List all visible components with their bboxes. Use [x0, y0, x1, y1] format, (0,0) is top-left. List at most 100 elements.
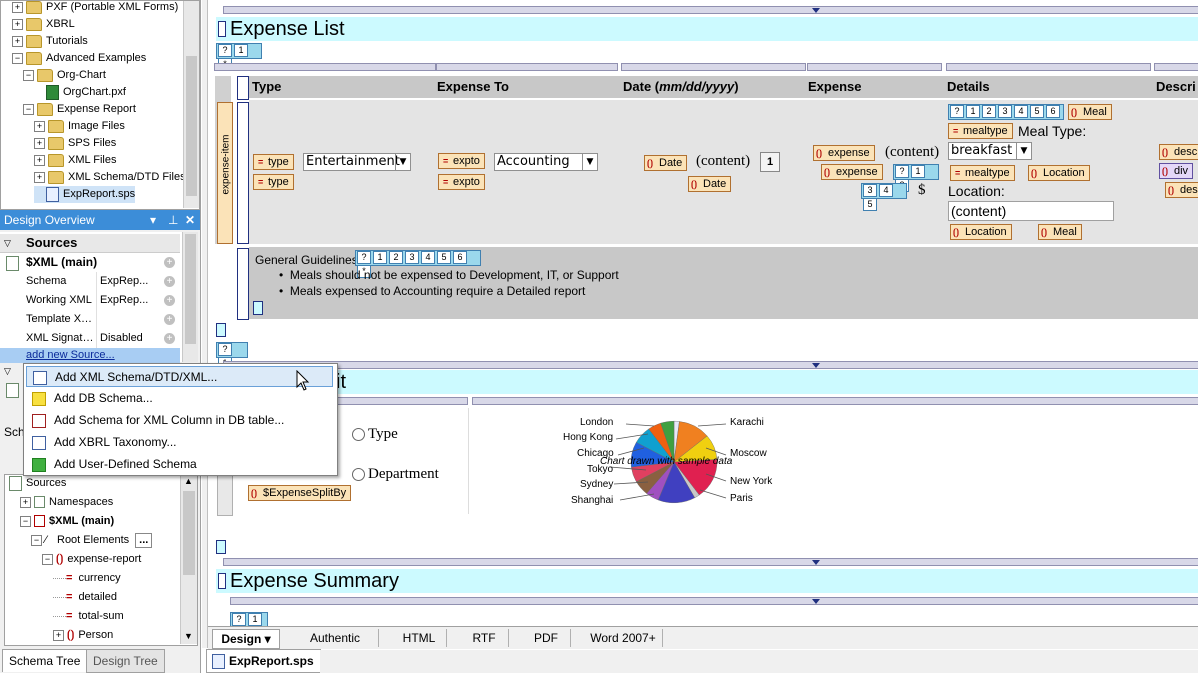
- marker-cell[interactable]: 3: [863, 184, 877, 197]
- expense-markers-2[interactable]: 3 45: [861, 183, 907, 211]
- expander-icon[interactable]: +: [12, 35, 23, 47]
- design-overview-scroll-thumb[interactable]: [185, 234, 196, 344]
- marker-cell[interactable]: 3: [405, 251, 419, 264]
- schema-tree-item[interactable]: Sources: [9, 475, 66, 492]
- chevron-down-icon[interactable]: ▼: [1016, 143, 1031, 159]
- expense-list-heading[interactable]: Expense List: [216, 17, 1198, 41]
- design-overview-row[interactable]: XML Signature Disabled +: [0, 329, 180, 349]
- project-tree-item[interactable]: − Expense Report: [23, 101, 136, 118]
- schema-tree-item[interactable]: + Namespaces: [20, 494, 113, 511]
- marker-cell[interactable]: 6: [453, 251, 467, 264]
- expense-tag-open[interactable]: expense: [813, 145, 875, 161]
- col-header-expense[interactable]: Expense: [805, 76, 946, 98]
- marker-cell[interactable]: 5: [1030, 105, 1044, 118]
- date-tag-close[interactable]: Date: [688, 176, 732, 192]
- add-icon[interactable]: +: [164, 314, 175, 325]
- project-tree-item[interactable]: + Tutorials: [12, 33, 88, 50]
- doc-tab[interactable]: ExpReport.sps: [206, 649, 321, 673]
- cell-expense-to[interactable]: expto Accounting ▼ expto: [434, 100, 622, 244]
- chevron-down-icon[interactable]: ▼: [395, 154, 410, 170]
- pin-icon[interactable]: ⊥: [168, 210, 178, 230]
- design-view[interactable]: Expense List ?1* expense-item Type Expen…: [208, 0, 1198, 648]
- xml-main-row[interactable]: $XML (main) +: [0, 253, 180, 273]
- body-row-handle[interactable]: [237, 102, 249, 244]
- radio-type[interactable]: [352, 428, 365, 441]
- schema-tree-scroll-thumb[interactable]: [183, 491, 195, 575]
- guidelines-markers[interactable]: ? 1 2 3 4 5 6*: [355, 250, 481, 278]
- menu-item[interactable]: Add User-Defined Schema: [26, 454, 333, 475]
- collapsed-section-toggle[interactable]: ▽: [4, 366, 11, 377]
- marker-cell[interactable]: 5: [437, 251, 451, 264]
- menu-item[interactable]: Add XBRL Taxonomy...: [26, 432, 333, 453]
- expander-icon[interactable]: +: [34, 171, 45, 183]
- project-tree-item[interactable]: − Org-Chart: [23, 67, 106, 84]
- cell-type[interactable]: type Entertainment▼ type: [249, 100, 436, 244]
- project-tree[interactable]: + PXF (Portable XML Forms) + XBRL + Tutorials…: [0, 0, 200, 210]
- scroll-down-icon[interactable]: ▼: [184, 631, 193, 641]
- marker-cell[interactable]: ?: [218, 343, 232, 356]
- expense-summary-heading[interactable]: Expense Summary: [216, 569, 1198, 593]
- expander-icon[interactable]: −: [31, 534, 42, 546]
- schema-tree-item[interactable]: − ⟮⟯ expense-report: [42, 551, 141, 568]
- location-tag-close[interactable]: Location: [950, 224, 1012, 240]
- project-tree-item[interactable]: + PXF (Portable XML Forms): [12, 0, 178, 16]
- col-header-date[interactable]: Date (mm/dd/yyyy): [620, 76, 807, 98]
- location-tag-open[interactable]: Location: [1028, 165, 1090, 181]
- expto-tag-close[interactable]: expto: [438, 174, 485, 190]
- expense-markers[interactable]: ?12: [893, 164, 939, 192]
- date-tag-open[interactable]: Date: [644, 155, 688, 171]
- schema-tree-item[interactable]: = total-sum: [53, 608, 124, 625]
- menu-item[interactable]: Add Schema for XML Column in DB table...: [26, 410, 333, 431]
- marker-cell[interactable]: 4: [421, 251, 435, 264]
- meal-tag-open[interactable]: Meal: [1068, 104, 1112, 120]
- marker-cell[interactable]: 3: [998, 105, 1012, 118]
- expander-icon[interactable]: +: [34, 154, 45, 166]
- type-dropdown[interactable]: Entertainment ▼: [303, 153, 411, 171]
- marker-cell[interactable]: ?: [357, 251, 371, 264]
- project-tree-item[interactable]: + XBRL: [12, 16, 75, 33]
- guidelines-row-handle[interactable]: [237, 248, 249, 320]
- marker-top[interactable]: ?1*: [216, 43, 262, 71]
- project-tree-item[interactable]: + SPS Files: [34, 135, 116, 152]
- design-overview-row[interactable]: Working XML ExpRep... +: [0, 291, 180, 311]
- add-icon[interactable]: +: [164, 333, 175, 344]
- chevron-down-icon[interactable]: ▼: [582, 154, 597, 170]
- expto-tag-open[interactable]: expto: [438, 153, 485, 169]
- marker-cell[interactable]: 1: [966, 105, 980, 118]
- marker-cell[interactable]: 1: [234, 44, 248, 57]
- marker-cell[interactable]: ?: [950, 105, 964, 118]
- view-tab[interactable]: HTML: [392, 629, 447, 647]
- collapse-icon[interactable]: ▽: [4, 234, 11, 252]
- type-tag-close[interactable]: type: [253, 174, 294, 190]
- expander-icon[interactable]: +: [34, 120, 45, 132]
- marker-cell[interactable]: ?: [232, 613, 246, 626]
- menu-item[interactable]: Add DB Schema...: [26, 388, 333, 409]
- guidelines-row[interactable]: General Guidelines: ? 1 2 3 4 5 6* • Meals sho…: [249, 247, 1198, 319]
- expander-icon[interactable]: −: [12, 52, 23, 64]
- marker-mid[interactable]: ?1: [216, 342, 248, 370]
- mealtype-tag-open[interactable]: mealtype: [948, 123, 1013, 139]
- add-icon[interactable]: +: [164, 295, 175, 306]
- row-value[interactable]: ExpRep...: [100, 291, 156, 310]
- design-overview-row[interactable]: Template XML +: [0, 310, 180, 330]
- cell-details[interactable]: ?123456 Meal mealtype Meal Type: breakfa…: [944, 100, 1155, 244]
- marker-cell[interactable]: 6: [1046, 105, 1060, 118]
- type-tag-open[interactable]: type: [253, 154, 294, 170]
- details-markers[interactable]: ? 1 2 3 4 5 6: [948, 104, 1064, 120]
- calendar-icon[interactable]: 1: [760, 152, 780, 172]
- header-row-handle[interactable]: [237, 76, 249, 100]
- view-tab[interactable]: Authentic eForm: [292, 629, 379, 663]
- close-icon[interactable]: ✕: [185, 210, 195, 230]
- radio-department[interactable]: [352, 468, 365, 481]
- row-value[interactable]: ExpRep...: [100, 272, 156, 291]
- schema-tree-item[interactable]: − $XML (main): [20, 513, 114, 530]
- expto-dropdown[interactable]: Accounting ▼: [494, 153, 598, 171]
- expander-icon[interactable]: +: [12, 1, 23, 13]
- marker-cell[interactable]: 4: [879, 184, 893, 197]
- expander-icon[interactable]: +: [12, 18, 23, 30]
- marker-cell[interactable]: 1: [248, 613, 262, 626]
- project-tree-item[interactable]: + Image Files: [34, 118, 125, 135]
- view-tab[interactable]: Design ▾: [212, 629, 280, 649]
- marker-cell[interactable]: ?: [895, 165, 909, 178]
- col-header-descri[interactable]: Descri: [1153, 76, 1198, 98]
